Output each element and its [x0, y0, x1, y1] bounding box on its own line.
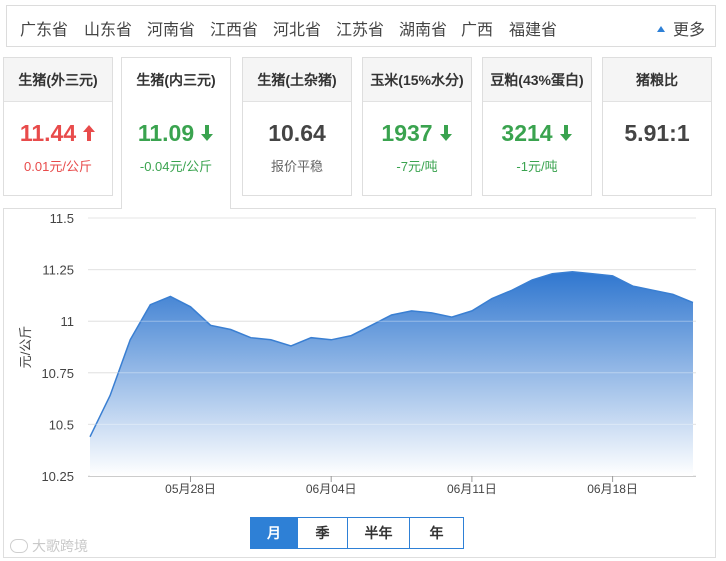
x-tick-label: 05月28日	[165, 482, 216, 496]
arrow-down-icon	[559, 125, 572, 141]
period-selector: 月季半年年	[250, 517, 464, 549]
province-item[interactable]: 河北省	[273, 16, 321, 40]
card-change: -1元/吨	[516, 159, 558, 174]
card-value: 1937	[363, 120, 471, 146]
card-title: 生猪(土杂猪)	[243, 58, 351, 102]
province-item[interactable]: 湖南省	[399, 16, 447, 40]
province-item[interactable]: 山东省	[84, 16, 132, 40]
card-title: 生猪(外三元)	[4, 58, 112, 102]
arrow-up-icon	[83, 125, 96, 141]
price-card[interactable]: 猪粮比 5.91:1	[602, 57, 712, 196]
x-tick-label: 06月18日	[587, 482, 638, 496]
x-tick-label: 06月11日	[447, 482, 497, 496]
price-value: 5.91:1	[624, 120, 690, 146]
watermark: 大歌跨境	[10, 536, 88, 556]
y-tick-label: 10.5	[49, 417, 74, 432]
x-tick-label: 06月04日	[306, 482, 357, 496]
province-item[interactable]: 江西省	[210, 16, 258, 40]
price-value: 1937	[381, 120, 433, 146]
period-button[interactable]: 年	[410, 517, 464, 549]
arrow-down-icon	[201, 125, 214, 141]
watermark-logo-icon	[10, 539, 28, 553]
watermark-text: 大歌跨境	[32, 538, 88, 554]
price-value: 11.09	[137, 120, 195, 146]
more-label: 更多	[672, 22, 705, 39]
period-button[interactable]: 半年	[348, 517, 410, 549]
arrow-down-icon	[439, 125, 452, 141]
province-item[interactable]: 福建省	[509, 16, 557, 40]
price-card[interactable]: 生猪(土杂猪) 10.64 报价平稳	[242, 57, 352, 196]
province-item[interactable]: 江苏省	[336, 16, 384, 40]
card-value: 10.64	[243, 120, 351, 146]
price-card[interactable]: 玉米(15%水分) 1937 -7元/吨	[362, 57, 472, 196]
card-change: 0.01元/公斤	[24, 159, 92, 174]
province-bar: 更多 广东省 山东省 河南省 江西省 河北省 江苏省 湖南省 广西 福建省	[6, 5, 716, 47]
y-axis-label: 元/公斤	[18, 326, 33, 369]
card-value: 3214	[483, 120, 591, 146]
card-change: -7元/吨	[396, 159, 438, 174]
y-tick-label: 11.5	[50, 211, 74, 226]
province-item[interactable]: 广西	[461, 16, 493, 40]
price-chart-panel: 11.5 11.25 11 10.75 10.5 10.25 05月28日 06月04日 06月…	[3, 208, 716, 558]
price-value: 3214	[501, 120, 553, 146]
period-button[interactable]: 月	[250, 517, 298, 549]
y-tick-label: 10.75	[41, 366, 74, 381]
price-card[interactable]: 生猪(内三元) 11.09 -0.04元/公斤	[121, 57, 231, 209]
card-change: 报价平稳	[270, 159, 323, 174]
card-change: -0.04元/公斤	[139, 159, 213, 174]
card-value: 11.44	[4, 120, 112, 146]
triangle-up-icon	[656, 26, 665, 32]
y-tick-label: 10.25	[41, 469, 74, 484]
price-card[interactable]: 生猪(外三元) 11.44 0.01元/公斤	[3, 57, 113, 196]
price-value: 11.44	[19, 120, 77, 146]
card-title: 玉米(15%水分)	[363, 58, 471, 102]
card-title: 豆粕(43%蛋白)	[483, 58, 591, 102]
card-title: 生猪(内三元)	[122, 58, 230, 102]
more-button[interactable]: 更多	[656, 16, 705, 40]
period-button[interactable]: 季	[298, 517, 348, 549]
y-tick-label: 11.25	[42, 263, 74, 278]
price-value: 10.64	[268, 120, 326, 146]
province-item[interactable]: 河南省	[147, 16, 195, 40]
card-value: 11.09	[122, 120, 230, 146]
card-title: 猪粮比	[603, 58, 711, 102]
province-item[interactable]: 广东省	[20, 16, 68, 40]
y-tick-label: 11	[61, 314, 75, 329]
card-value: 5.91:1	[603, 120, 711, 146]
price-card[interactable]: 豆粕(43%蛋白) 3214 -1元/吨	[482, 57, 592, 196]
price-chart: 11.5 11.25 11 10.75 10.5 10.25 05月28日 06月04日 06月…	[18, 211, 696, 496]
